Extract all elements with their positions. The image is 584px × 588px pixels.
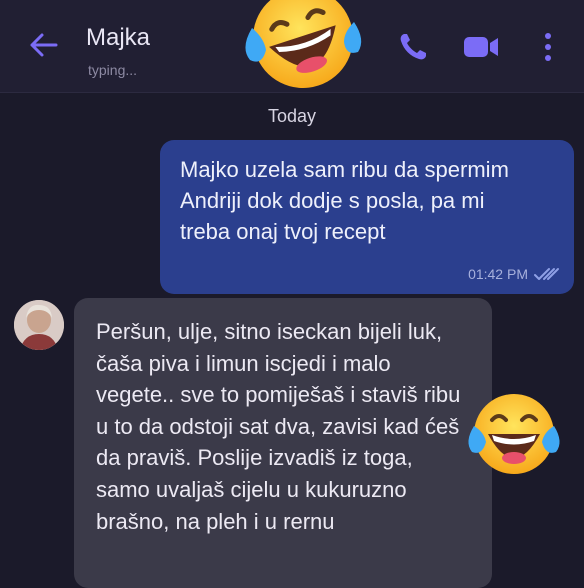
message-time: 01:42 PM [468,266,528,282]
message-meta: 01:42 PM [468,266,560,282]
laughing-tears-emoji [245,0,362,88]
double-check-icon [534,268,559,280]
back-arrow-icon[interactable] [26,30,60,60]
video-icon[interactable] [462,32,500,62]
phone-icon[interactable] [396,30,430,64]
contact-name[interactable]: Majka [86,24,150,52]
message-text: Peršun, ulje, sitno iseckan bijeli luk, … [96,319,461,534]
avatar-image [14,300,64,350]
more-vertical-icon[interactable] [538,30,558,64]
date-divider: Today [267,106,317,126]
outgoing-message[interactable]: Majko uzela sam ribu da spermim Andriji … [160,140,574,294]
typing-status: typing... [88,62,138,78]
laughing-tears-emoji [468,394,560,474]
incoming-message[interactable]: Peršun, ulje, sitno iseckan bijeli luk, … [74,298,492,588]
message-text: Majko uzela sam ribu da spermim Andriji … [180,157,509,244]
avatar[interactable] [14,300,64,350]
